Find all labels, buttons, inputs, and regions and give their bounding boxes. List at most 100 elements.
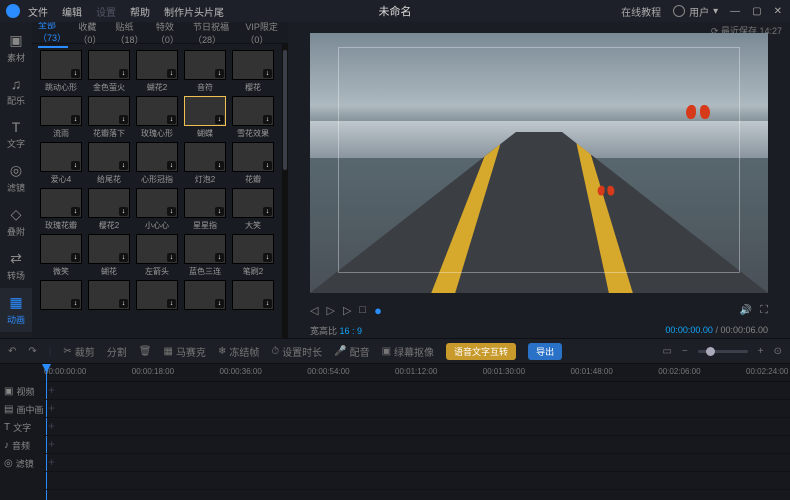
asset-thumb[interactable]: ↓	[184, 50, 226, 80]
download-icon[interactable]: ↓	[167, 207, 176, 216]
asset-item[interactable]: ↓蝴蝶	[184, 96, 226, 139]
asset-thumb[interactable]: ↓	[136, 50, 178, 80]
minimize-icon[interactable]: —	[730, 6, 740, 17]
add-clip-button[interactable]: +	[48, 419, 55, 433]
download-icon[interactable]: ↓	[263, 161, 272, 170]
asset-thumb[interactable]: ↓	[232, 188, 274, 218]
zoom-slider[interactable]	[698, 350, 748, 353]
rail-item-文字[interactable]: T文字	[0, 113, 32, 156]
asset-item[interactable]: ↓	[88, 280, 130, 312]
user-menu[interactable]: 用户 ▾	[673, 4, 718, 19]
speech-text-button[interactable]: 语音文字互转	[446, 343, 516, 360]
track-label-画中画[interactable]: ▤画中画	[0, 400, 44, 418]
download-icon[interactable]: ↓	[167, 161, 176, 170]
add-clip-button[interactable]: +	[48, 383, 55, 397]
asset-thumb[interactable]: ↓	[40, 234, 82, 264]
asset-item[interactable]: ↓大笑	[232, 188, 274, 231]
asset-tab[interactable]: 收藏（0）	[78, 20, 105, 46]
volume-button[interactable]: 🔊	[740, 305, 752, 316]
download-icon[interactable]: ↓	[215, 207, 224, 216]
asset-item[interactable]: ↓跳动心形	[40, 50, 82, 93]
rail-item-滤镜[interactable]: ◎滤镜	[0, 156, 32, 200]
asset-item[interactable]: ↓	[40, 280, 82, 312]
chromakey-button[interactable]: ▣ 绿幕抠像	[382, 344, 434, 359]
scrollbar-thumb[interactable]	[283, 50, 287, 170]
asset-item[interactable]: ↓爱心4	[40, 142, 82, 185]
asset-item[interactable]: ↓金色萤火	[88, 50, 130, 93]
online-tutorial-link[interactable]: 在线教程	[621, 4, 661, 19]
asset-thumb[interactable]: ↓	[184, 234, 226, 264]
add-clip-button[interactable]: +	[48, 455, 55, 469]
download-icon[interactable]: ↓	[71, 161, 80, 170]
asset-thumb[interactable]: ↓	[184, 96, 226, 126]
asset-thumb[interactable]: ↓	[184, 188, 226, 218]
download-icon[interactable]: ↓	[263, 115, 272, 124]
freeze-button[interactable]: ❄ 冻结帧	[218, 344, 259, 359]
download-icon[interactable]: ↓	[119, 115, 128, 124]
asset-item[interactable]: ↓微笑	[40, 234, 82, 277]
asset-item[interactable]: ↓流雨	[40, 96, 82, 139]
track-label-视频[interactable]: ▣视频	[0, 382, 44, 400]
asset-thumb[interactable]: ↓	[232, 142, 274, 172]
asset-thumb[interactable]: ↓	[88, 142, 130, 172]
zoom-out-button[interactable]: −	[682, 346, 688, 357]
rail-item-动画[interactable]: ▦动画	[0, 288, 32, 332]
maximize-icon[interactable]: ▢	[752, 6, 761, 17]
download-icon[interactable]: ↓	[167, 299, 176, 308]
asset-thumb[interactable]: ↓	[136, 280, 178, 310]
fullscreen-button[interactable]: ⛶	[760, 304, 768, 317]
asset-item[interactable]: ↓	[232, 280, 274, 312]
download-icon[interactable]: ↓	[215, 161, 224, 170]
asset-tab[interactable]: 贴纸（18）	[116, 20, 146, 46]
asset-item[interactable]: ↓小心心	[136, 188, 178, 231]
asset-item[interactable]: ↓樱花	[232, 50, 274, 93]
track-row[interactable]: +	[44, 382, 790, 400]
menu-edit[interactable]: 编辑	[62, 4, 82, 19]
download-icon[interactable]: ↓	[119, 69, 128, 78]
rail-item-转场[interactable]: ⇄转场	[0, 244, 32, 288]
asset-thumb[interactable]: ↓	[88, 50, 130, 80]
track-label-文字[interactable]: T文字	[0, 418, 44, 436]
asset-item[interactable]: ↓左箭头	[136, 234, 178, 277]
download-icon[interactable]: ↓	[263, 69, 272, 78]
asset-thumb[interactable]: ↓	[88, 96, 130, 126]
asset-item[interactable]: ↓雪花效果	[232, 96, 274, 139]
asset-item[interactable]: ↓蝴花	[88, 234, 130, 277]
track-row[interactable]: +	[44, 400, 790, 418]
asset-thumb[interactable]: ↓	[136, 188, 178, 218]
asset-thumb[interactable]: ↓	[88, 188, 130, 218]
download-icon[interactable]: ↓	[71, 207, 80, 216]
download-icon[interactable]: ↓	[119, 161, 128, 170]
download-icon[interactable]: ↓	[71, 69, 80, 78]
asset-thumb[interactable]: ↓	[232, 280, 274, 310]
asset-thumb[interactable]: ↓	[232, 50, 274, 80]
track-row[interactable]: +	[44, 454, 790, 472]
asset-thumb[interactable]: ↓	[40, 96, 82, 126]
asset-item[interactable]: ↓	[136, 280, 178, 312]
menu-file[interactable]: 文件	[28, 4, 48, 19]
close-icon[interactable]: ✕	[774, 6, 782, 17]
rail-item-素材[interactable]: ▣素材	[0, 26, 32, 70]
asset-item[interactable]: ↓笔刷2	[232, 234, 274, 277]
asset-thumb[interactable]: ↓	[232, 96, 274, 126]
asset-item[interactable]: ↓蓝色三连	[184, 234, 226, 277]
asset-item[interactable]: ↓玫瑰心形	[136, 96, 178, 139]
stop-button[interactable]: □	[359, 304, 366, 316]
asset-item[interactable]: ↓星星指	[184, 188, 226, 231]
download-icon[interactable]: ↓	[119, 207, 128, 216]
asset-item[interactable]: ↓花瓣落下	[88, 96, 130, 139]
butterfly-overlay-2[interactable]	[598, 186, 615, 199]
download-icon[interactable]: ↓	[119, 299, 128, 308]
download-icon[interactable]: ↓	[119, 253, 128, 262]
rail-item-配乐[interactable]: ♫配乐	[0, 70, 32, 113]
preview-frame[interactable]	[310, 33, 768, 293]
asset-item[interactable]: ↓心形冠指	[136, 142, 178, 185]
download-icon[interactable]: ↓	[167, 253, 176, 262]
asset-thumb[interactable]: ↓	[184, 280, 226, 310]
download-icon[interactable]: ↓	[215, 253, 224, 262]
timeline-tracks[interactable]: 00:00:00:0000:00:18:0000:00:36:0000:00:5…	[44, 364, 790, 500]
asset-tab[interactable]: 特效（0）	[156, 20, 183, 46]
asset-thumb[interactable]: ↓	[136, 96, 178, 126]
asset-tab[interactable]: 全部（73）	[38, 18, 68, 48]
redo-button[interactable]: ↷	[28, 346, 36, 357]
